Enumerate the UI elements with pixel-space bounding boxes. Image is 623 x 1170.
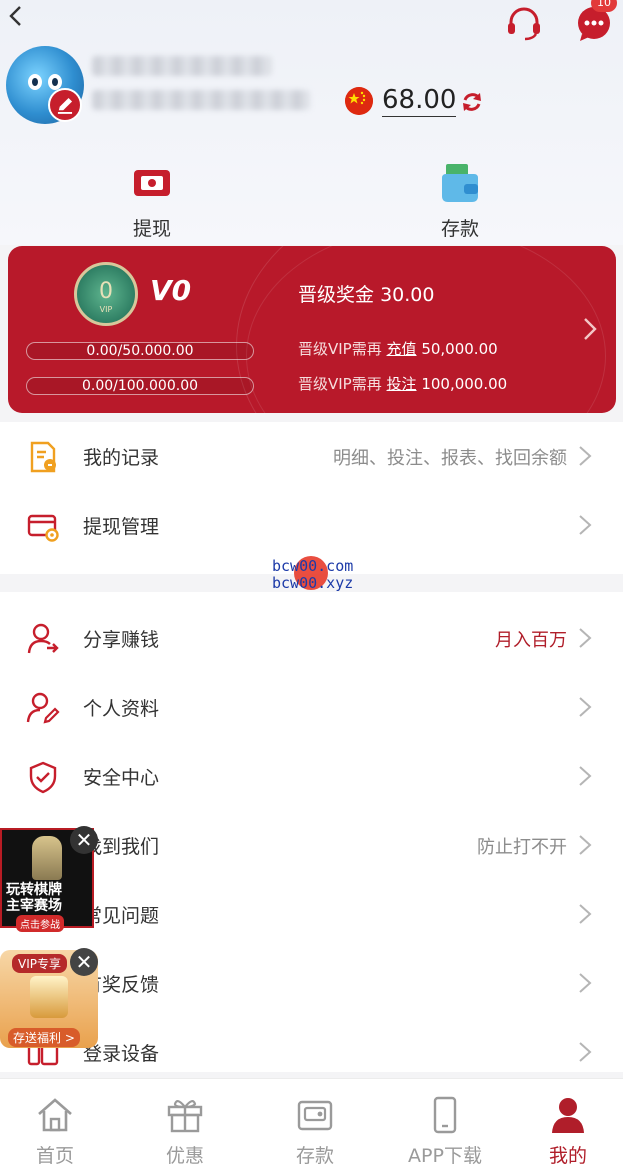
- user-edit-icon: [26, 692, 60, 724]
- tab-label: APP下载: [408, 1145, 482, 1167]
- tab-label: 存款: [295, 1145, 334, 1167]
- upgrade-bonus: 晋级奖金 30.00: [298, 280, 434, 307]
- vip-medal: 0 VIP: [74, 262, 138, 326]
- profile-header: 10 68.00 提现 存款: [0, 0, 623, 245]
- menu-item-label: 我的记录: [83, 447, 160, 469]
- chevron-right-icon: [579, 766, 592, 786]
- vip-medal-tag: VIP: [99, 305, 113, 314]
- shield-icon: [29, 761, 57, 794]
- refresh-icon[interactable]: [460, 90, 484, 114]
- customer-service-icon[interactable]: [505, 4, 543, 42]
- chevron-right-icon: [579, 446, 592, 466]
- requirement-prefix: 晋级VIP需再: [298, 375, 382, 393]
- tab-label: 我的: [548, 1145, 587, 1167]
- tab-app-download[interactable]: APP下载: [390, 1095, 500, 1168]
- ad-cta: 点击参战: [16, 915, 64, 932]
- bet-required-value: 100,000.00: [421, 375, 508, 393]
- bet-progress-text: 0.00/100.000.00: [81, 378, 199, 394]
- records-icon: [30, 441, 56, 473]
- ad-cta: 存送福利 >: [8, 1028, 80, 1047]
- recharge-required-value: 50,000.00: [421, 340, 498, 358]
- message-count-badge: 10: [591, 0, 617, 12]
- close-ad-button[interactable]: ✕: [70, 948, 98, 976]
- user-icon: [552, 1098, 584, 1133]
- menu-item-security[interactable]: 安全中心: [0, 742, 623, 811]
- tab-mine[interactable]: 我的: [513, 1095, 623, 1168]
- tab-promotions[interactable]: 优惠: [130, 1095, 240, 1168]
- chevron-right-icon: [579, 973, 592, 993]
- menu-item-hint: 月入百万: [495, 630, 567, 651]
- recharge-progress-bar: 0.00/50.000.00: [26, 342, 254, 360]
- menu-item-withdraw-management[interactable]: 提现管理: [0, 491, 623, 560]
- vip-medal-number: 0: [99, 279, 113, 304]
- edit-avatar-icon[interactable]: [48, 88, 82, 122]
- chevron-right-icon[interactable]: [582, 316, 598, 342]
- menu-item-label: 常见问题: [83, 905, 160, 927]
- quick-deposit[interactable]: 存款: [415, 162, 505, 241]
- quick-withdraw[interactable]: 提现: [107, 162, 197, 241]
- menu-item-my-records[interactable]: 我的记录 明细、投注、报表、找回余额: [0, 422, 623, 491]
- tab-deposit[interactable]: 存款: [260, 1095, 370, 1168]
- tab-label: 首页: [35, 1145, 74, 1167]
- chevron-right-icon: [579, 1042, 592, 1062]
- card-settings-icon: [27, 514, 59, 542]
- menu-item-share-earn[interactable]: 分享赚钱 月入百万: [0, 604, 623, 673]
- gift-icon: [167, 1100, 203, 1133]
- wallet-balance: 68.00: [382, 85, 457, 117]
- user-id-redacted: [92, 90, 310, 110]
- close-ad-button[interactable]: ✕: [70, 826, 98, 854]
- champagne-icon: [30, 976, 68, 1018]
- vip-card[interactable]: 0 VIP V0 0.00/50.000.00 0.00/100.000.00 …: [8, 246, 616, 413]
- deposit-wallet-icon: [442, 164, 478, 202]
- bet-link[interactable]: 投注: [387, 375, 417, 393]
- menu-item-hint: 明细、投注、报表、找回余额: [333, 448, 567, 469]
- menu-item-hint: 防止打不开: [477, 837, 567, 858]
- phone-icon: [433, 1096, 457, 1134]
- menu-item-label: 安全中心: [83, 767, 160, 789]
- recharge-progress-text: 0.00/50.000.00: [86, 343, 194, 359]
- menu-item-label: 个人资料: [83, 698, 160, 720]
- requirement-prefix: 晋级VIP需再: [298, 340, 382, 358]
- deposit-label: 存款: [440, 218, 479, 240]
- share-user-icon: [27, 623, 59, 654]
- menu-item-profile[interactable]: 个人资料: [0, 673, 623, 742]
- watermark-text: bcw00.com bcw00.xyz: [272, 558, 353, 592]
- username-redacted: [92, 56, 272, 76]
- menu-item-label: 分享赚钱: [83, 629, 160, 651]
- bet-progress-bar: 0.00/100.000.00: [26, 377, 254, 395]
- ad-badge: VIP专享: [12, 954, 67, 973]
- wallet-icon: [297, 1100, 333, 1131]
- bottom-tab-bar: 首页 优惠 存款 APP下载 我的: [0, 1078, 623, 1170]
- records-section: 我的记录 明细、投注、报表、找回余额 提现管理: [0, 422, 623, 574]
- china-flag-icon: [345, 87, 373, 115]
- trophy-icon: [32, 836, 62, 880]
- recharge-requirement: 晋级VIP需再 充值 50,000.00: [298, 338, 498, 359]
- vip-level: V0: [150, 274, 192, 307]
- upgrade-bonus-value: 30.00: [380, 284, 435, 306]
- upgrade-bonus-label: 晋级奖金: [298, 284, 375, 306]
- withdraw-label: 提现: [132, 218, 171, 240]
- bet-requirement: 晋级VIP需再 投注 100,000.00: [298, 373, 507, 394]
- tab-label: 优惠: [165, 1145, 204, 1167]
- tab-home[interactable]: 首页: [0, 1095, 110, 1168]
- profile-page: 10 68.00 提现 存款 0 VIP V0 0.00/50.000.00 0…: [0, 0, 623, 1170]
- recharge-link[interactable]: 充值: [387, 340, 417, 358]
- chevron-right-icon: [579, 904, 592, 924]
- watermark-line: bcw00.xyz: [272, 574, 354, 592]
- home-icon: [38, 1098, 72, 1132]
- withdraw-icon: [134, 170, 170, 196]
- ad-title: 玩转棋牌 主宰赛场: [6, 882, 62, 914]
- chevron-right-icon: [579, 628, 592, 648]
- chevron-right-icon: [579, 835, 592, 855]
- chevron-right-icon: [579, 697, 592, 717]
- chevron-right-icon: [579, 515, 592, 535]
- menu-item-label: 提现管理: [83, 516, 160, 538]
- watermark-line: bcw00.com: [272, 557, 354, 575]
- back-chevron-icon[interactable]: [4, 4, 28, 28]
